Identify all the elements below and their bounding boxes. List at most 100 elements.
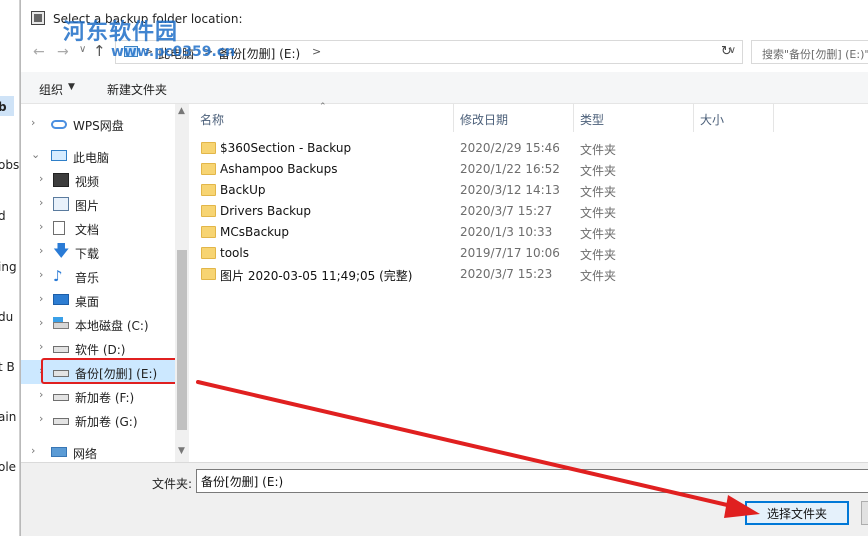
tree-item-label: 网络 <box>73 447 98 461</box>
address-bar[interactable]: > 此电脑 > 备份[勿删] (E:) > ∨ <box>115 40 743 64</box>
picture-icon <box>53 197 69 211</box>
forward-arrow-icon[interactable]: → <box>57 44 69 60</box>
folder-icon <box>201 205 216 217</box>
recent-locations-icon[interactable]: ∨ <box>79 44 86 55</box>
tree-item-label: 新加卷 (G:) <box>75 415 138 429</box>
file-type: 文件夹 <box>580 164 617 178</box>
expand-chevron-icon[interactable]: › <box>31 116 35 129</box>
tree-item-videos[interactable]: › 视频 <box>21 168 175 192</box>
file-row[interactable]: $360Section - Backup 2020/2/29 15:46 文件夹 <box>191 138 868 159</box>
search-box[interactable]: 搜索"备份[勿删] (E:)" <box>751 40 868 64</box>
screen: b obs d ing du t B ain ole Select a back… <box>0 0 868 536</box>
video-icon <box>53 173 69 187</box>
tree-item-label: 音乐 <box>75 271 100 285</box>
file-type: 文件夹 <box>580 248 617 262</box>
file-date: 2020/3/7 15:23 <box>460 267 553 281</box>
tree-item-label: 此电脑 <box>73 151 110 165</box>
background-text: obs <box>0 158 20 172</box>
column-header-size[interactable]: 大小 <box>700 111 724 128</box>
tree-item-this-pc[interactable]: ⌄ 此电脑 <box>21 144 175 168</box>
new-folder-button[interactable]: 新建文件夹 <box>107 81 167 98</box>
file-row[interactable]: Ashampoo Backups 2020/1/22 16:52 文件夹 <box>191 159 868 180</box>
file-name: $360Section - Backup <box>220 141 352 155</box>
music-icon: ♪ <box>53 267 63 285</box>
file-name: tools <box>220 246 249 260</box>
back-arrow-icon[interactable]: ← <box>33 44 45 60</box>
expand-chevron-icon[interactable]: › <box>39 172 43 185</box>
tree-item-pictures[interactable]: › 图片 <box>21 192 175 216</box>
collapse-chevron-icon[interactable]: ⌄ <box>31 148 40 161</box>
file-row[interactable]: tools 2019/7/17 10:06 文件夹 <box>191 243 868 264</box>
file-type: 文件夹 <box>580 269 617 283</box>
breadcrumb-chevron-icon[interactable]: > <box>204 45 213 58</box>
desktop-icon <box>53 294 69 305</box>
file-row[interactable]: MCsBackup 2020/1/3 10:33 文件夹 <box>191 222 868 243</box>
tree-item-wps-cloud[interactable]: › WPS网盘 <box>21 112 175 136</box>
tree-item-label: 桌面 <box>75 295 100 309</box>
expand-chevron-icon[interactable]: › <box>39 340 43 353</box>
cloud-icon <box>51 120 67 129</box>
folder-path-input[interactable] <box>196 469 868 493</box>
tree-item-drive-c[interactable]: › 本地磁盘 (C:) <box>21 312 175 336</box>
folder-icon <box>201 268 216 280</box>
column-divider[interactable] <box>573 104 574 132</box>
tree-item-drive-d[interactable]: › 软件 (D:) <box>21 336 175 360</box>
breadcrumb-current[interactable]: 备份[勿删] (E:) <box>218 45 300 62</box>
title-bar[interactable]: Select a backup folder location: <box>21 0 868 38</box>
tree-item-music[interactable]: › ♪ 音乐 <box>21 264 175 288</box>
column-divider[interactable] <box>773 104 774 132</box>
breadcrumb-this-pc[interactable]: 此电脑 <box>158 45 194 62</box>
computer-icon <box>124 46 138 57</box>
tree-item-label: 下载 <box>75 247 100 261</box>
refresh-icon[interactable]: ↻ <box>721 44 732 59</box>
tree-item-desktop[interactable]: › 桌面 <box>21 288 175 312</box>
up-arrow-icon[interactable]: ↑ <box>93 42 106 60</box>
expand-chevron-icon[interactable]: › <box>39 388 43 401</box>
expand-chevron-icon[interactable]: › <box>39 292 43 305</box>
column-divider[interactable] <box>453 104 454 132</box>
tree-item-drive-f[interactable]: › 新加卷 (F:) <box>21 384 175 408</box>
dialog-title: Select a backup folder location: <box>53 12 243 26</box>
sort-ascending-icon: ⌃ <box>319 102 327 112</box>
file-row[interactable]: Drivers Backup 2020/3/7 15:27 文件夹 <box>191 201 868 222</box>
breadcrumb-chevron-icon[interactable]: > <box>312 45 321 58</box>
tree-item-drive-g[interactable]: › 新加卷 (G:) <box>21 408 175 432</box>
column-divider[interactable] <box>693 104 694 132</box>
breadcrumb-chevron-icon[interactable]: > <box>144 45 153 58</box>
expand-chevron-icon[interactable]: › <box>39 244 43 257</box>
expand-chevron-icon[interactable]: › <box>31 444 35 457</box>
column-header-type[interactable]: 类型 <box>580 111 604 128</box>
tree-item-downloads[interactable]: › 🡇 下载 <box>21 240 175 264</box>
file-name: BackUp <box>220 183 266 197</box>
system-drive-icon <box>53 317 69 329</box>
download-icon: 🡇 <box>53 241 70 260</box>
scroll-thumb[interactable] <box>177 250 187 430</box>
expand-chevron-icon[interactable]: › <box>39 412 43 425</box>
caret-down-icon[interactable]: ▼ <box>68 82 75 92</box>
dialog-footer: 文件夹: 选择文件夹 <box>21 462 868 536</box>
expand-chevron-icon[interactable]: › <box>39 268 43 281</box>
file-row[interactable]: 图片 2020-03-05 11;49;05 (完整) 2020/3/7 15:… <box>191 264 868 285</box>
tree-scrollbar[interactable]: ▲ ▼ <box>175 104 189 462</box>
expand-chevron-icon[interactable]: › <box>39 196 43 209</box>
column-header-date[interactable]: 修改日期 <box>460 111 508 128</box>
scroll-down-icon[interactable]: ▼ <box>178 446 185 456</box>
file-row[interactable]: BackUp 2020/3/12 14:13 文件夹 <box>191 180 868 201</box>
cancel-button[interactable] <box>861 501 868 525</box>
search-placeholder: 搜索"备份[勿删] (E:)" <box>762 48 868 61</box>
select-folder-button[interactable]: 选择文件夹 <box>745 501 849 525</box>
background-text: b <box>0 100 7 114</box>
select-folder-dialog: Select a backup folder location: ← → ∨ ↑… <box>20 0 868 536</box>
organize-menu-button[interactable]: 组织 <box>39 81 63 98</box>
scroll-up-icon[interactable]: ▲ <box>178 106 185 116</box>
expand-chevron-icon[interactable]: › <box>39 220 43 233</box>
column-header-name[interactable]: 名称 <box>200 111 224 128</box>
folder-icon <box>201 247 216 259</box>
file-date: 2019/7/17 10:06 <box>460 246 560 260</box>
tree-item-network[interactable]: › 网络 <box>21 440 175 464</box>
tree-item-documents[interactable]: › 文档 <box>21 216 175 240</box>
expand-chevron-icon[interactable]: › <box>39 316 43 329</box>
folder-field-label: 文件夹: <box>152 477 193 491</box>
background-text: t B <box>0 360 15 374</box>
background-text: du <box>0 310 14 324</box>
